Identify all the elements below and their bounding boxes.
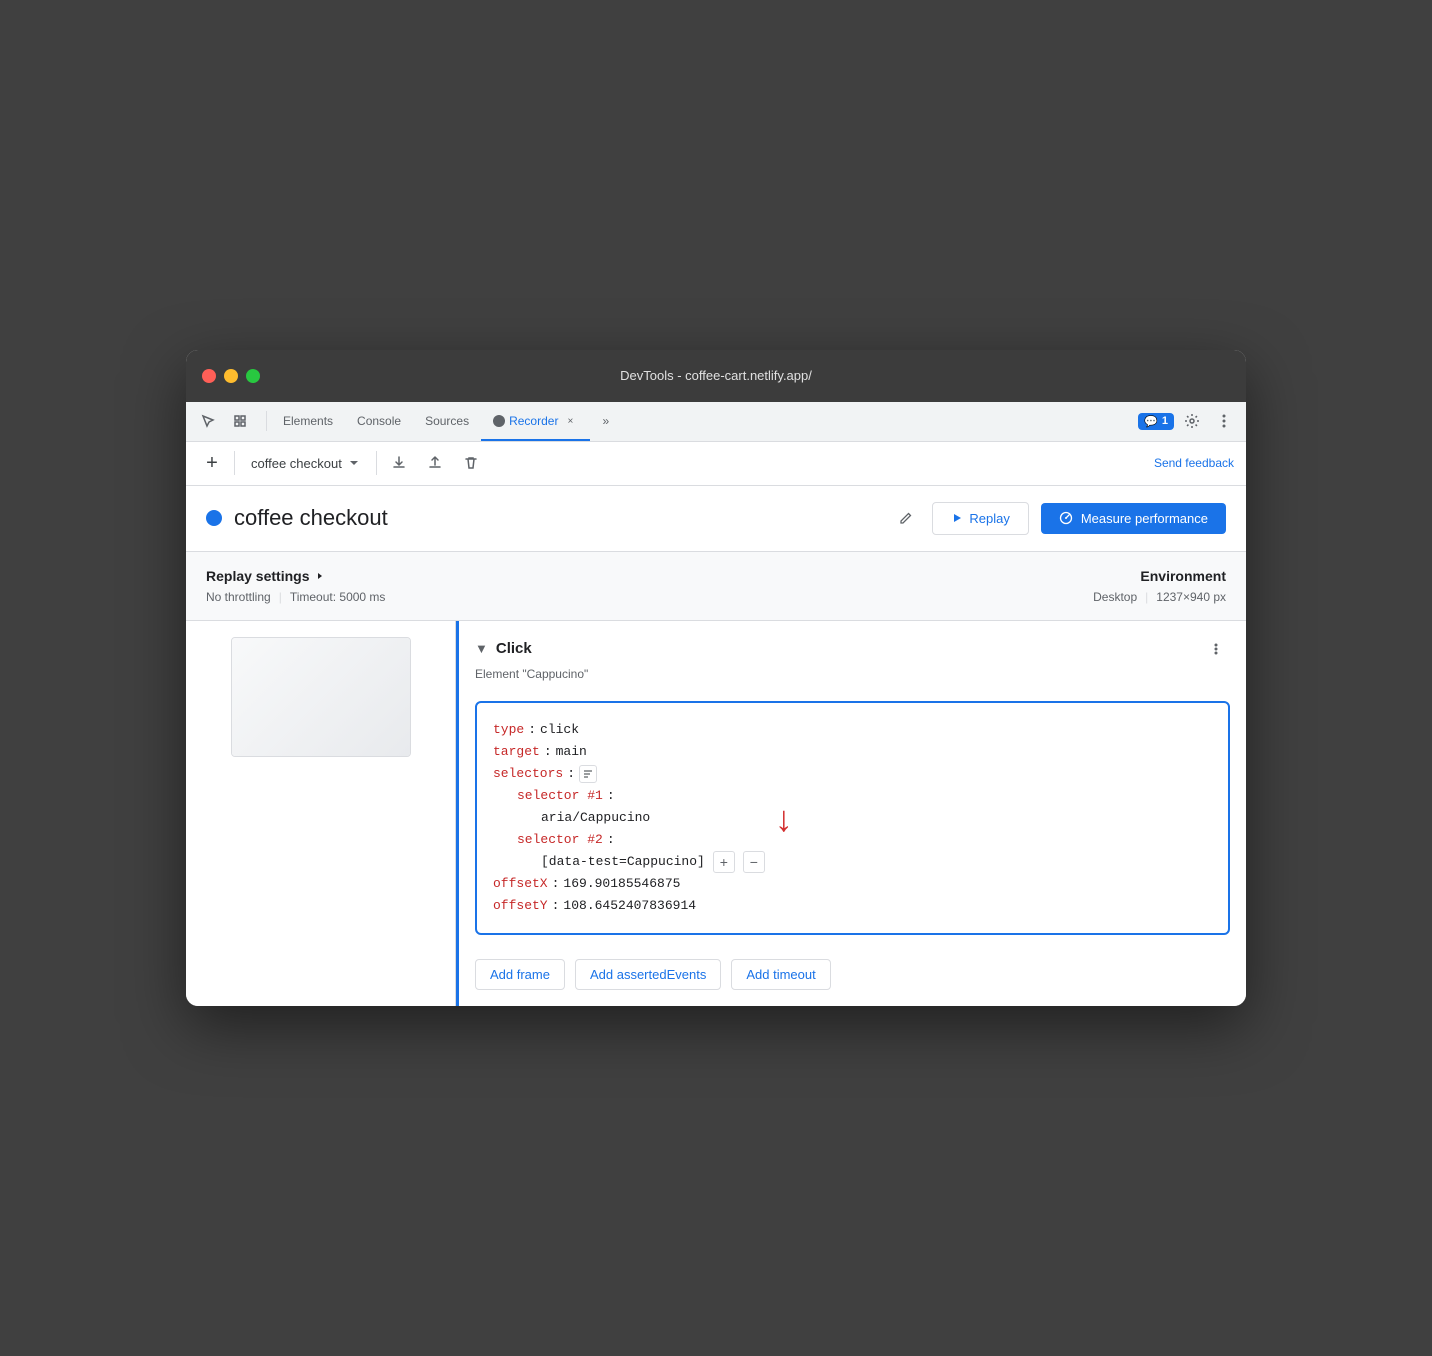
- environment-details: Desktop | 1237×940 px: [1093, 590, 1226, 604]
- code-line-offsety: offsetY : 108.6452407836914: [493, 895, 1212, 917]
- code-line-selector2-key: selector #2 :: [493, 829, 1212, 851]
- play-icon: [951, 512, 963, 524]
- tab-console[interactable]: Console: [345, 401, 413, 441]
- code-line-selectors: selectors :: [493, 763, 1212, 785]
- delete-button[interactable]: [457, 449, 485, 477]
- replay-button[interactable]: Replay: [932, 502, 1028, 535]
- pencil-icon: [899, 511, 913, 525]
- inspect-icon[interactable]: [226, 407, 254, 435]
- tab-separator-1: [266, 411, 267, 431]
- tab-more[interactable]: »: [590, 401, 621, 441]
- selector-type-icon[interactable]: [579, 765, 597, 783]
- settings-details: No throttling | Timeout: 5000 ms: [206, 590, 1093, 604]
- tab-elements[interactable]: Elements: [271, 401, 345, 441]
- right-icons: 💬 1: [1138, 407, 1238, 435]
- close-button[interactable]: [202, 369, 216, 383]
- recording-title: coffee checkout: [234, 505, 880, 531]
- code-line-selector2-val: [data-test=Cappucino] + − ↓: [493, 851, 1212, 873]
- step-header: ▼ Click: [459, 621, 1246, 667]
- action-buttons: Add frame Add assertedEvents Add timeout: [459, 947, 1246, 1006]
- export-icon: [391, 455, 407, 471]
- thumbnail-image: [232, 638, 410, 756]
- settings-expand-icon: [315, 571, 325, 581]
- import-icon: [427, 455, 443, 471]
- delete-icon: [463, 455, 479, 471]
- cursor-icon[interactable]: [194, 407, 222, 435]
- devtools-window: DevTools - coffee-cart.netlify.app/ Elem…: [186, 350, 1246, 1007]
- settings-left: Replay settings No throttling | Timeout:…: [206, 568, 1093, 604]
- recording-selector[interactable]: coffee checkout: [243, 452, 368, 475]
- environment-title: Environment: [1093, 568, 1226, 584]
- replay-settings-title[interactable]: Replay settings: [206, 568, 1093, 584]
- measure-performance-button[interactable]: Measure performance: [1041, 503, 1226, 534]
- step-content: ▼ Click Element "Cappucino" type: [459, 621, 1246, 1007]
- code-line-type: type : click: [493, 719, 1212, 741]
- code-line-target: target : main: [493, 741, 1212, 763]
- nav-icons: [194, 407, 254, 435]
- notification-badge[interactable]: 💬 1: [1138, 413, 1174, 430]
- code-line-selector1-key: selector #1 :: [493, 785, 1212, 807]
- recorder-tab-icon: [493, 415, 505, 427]
- recording-name: coffee checkout: [251, 456, 342, 471]
- notification-icon: 💬: [1144, 415, 1158, 428]
- window-title: DevTools - coffee-cart.netlify.app/: [620, 368, 812, 383]
- import-button[interactable]: [421, 449, 449, 477]
- toolbar-separator-2: [376, 451, 377, 475]
- code-block: type : click target : main selectors :: [475, 701, 1230, 936]
- export-button[interactable]: [385, 449, 413, 477]
- add-selector-button[interactable]: +: [713, 851, 735, 873]
- remove-selector-button[interactable]: −: [743, 851, 765, 873]
- settings-icon[interactable]: [1178, 407, 1206, 435]
- recorder-close-tab[interactable]: ×: [562, 413, 578, 429]
- edit-title-button[interactable]: [892, 504, 920, 532]
- step-type: Click: [496, 640, 1196, 657]
- code-line-offsetx: offsetX : 169.90185546875: [493, 873, 1212, 895]
- add-timeout-button[interactable]: Add timeout: [731, 959, 830, 990]
- title-bar: DevTools - coffee-cart.netlify.app/: [186, 350, 1246, 402]
- more-options-icon[interactable]: [1210, 407, 1238, 435]
- step-element-label: Element "Cappucino": [459, 667, 1246, 689]
- toolbar-separator-1: [234, 451, 235, 475]
- add-frame-button[interactable]: Add frame: [475, 959, 565, 990]
- maximize-button[interactable]: [246, 369, 260, 383]
- recording-dot: [206, 510, 222, 526]
- step-more-button[interactable]: [1202, 635, 1230, 663]
- tab-recorder[interactable]: Recorder ×: [481, 401, 590, 441]
- recorder-toolbar: + coffee checkout Send feedback: [186, 442, 1246, 486]
- traffic-lights: [202, 369, 260, 383]
- step-collapse-icon[interactable]: ▼: [475, 641, 488, 656]
- performance-icon: [1059, 511, 1073, 525]
- code-line-selector1-val: aria/Cappucino: [493, 807, 1212, 829]
- settings-right: Environment Desktop | 1237×940 px: [1093, 568, 1226, 604]
- minimize-button[interactable]: [224, 369, 238, 383]
- main-content: ▼ Click Element "Cappucino" type: [186, 621, 1246, 1007]
- tab-bar: Elements Console Sources Recorder × » 💬 …: [186, 402, 1246, 442]
- tab-sources[interactable]: Sources: [413, 401, 481, 441]
- right-content-area: ▼ Click Element "Cappucino" type: [456, 621, 1246, 1007]
- send-feedback-link[interactable]: Send feedback: [1154, 456, 1234, 470]
- more-dots-icon: [1208, 641, 1224, 657]
- settings-section: Replay settings No throttling | Timeout:…: [186, 552, 1246, 621]
- dropdown-chevron-icon: [348, 457, 360, 469]
- notification-count: 1: [1162, 415, 1168, 427]
- left-panel: [186, 621, 456, 1007]
- add-asserted-events-button[interactable]: Add assertedEvents: [575, 959, 721, 990]
- recording-header: coffee checkout Replay Measure performan…: [186, 486, 1246, 552]
- screenshot-thumbnail: [231, 637, 411, 757]
- add-recording-button[interactable]: +: [198, 449, 226, 477]
